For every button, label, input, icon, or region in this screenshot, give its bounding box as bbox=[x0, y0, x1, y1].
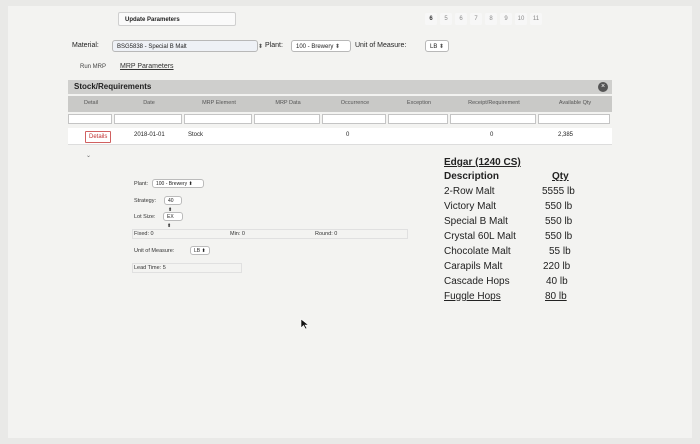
filter-input[interactable] bbox=[184, 114, 252, 124]
recipe-item-desc: Crystal 60L Malt bbox=[444, 231, 516, 242]
plant-value: 100 - Brewery bbox=[296, 44, 334, 50]
filter-input[interactable] bbox=[68, 114, 112, 124]
row-receipt: 0 bbox=[490, 132, 494, 138]
filter-row bbox=[68, 114, 612, 126]
uom-label: Unit of Measure: bbox=[355, 42, 407, 49]
page-background bbox=[8, 6, 692, 438]
run-mrp-link[interactable]: Run MRP bbox=[80, 64, 106, 70]
recipe-item-qty: 55 lb bbox=[549, 246, 571, 257]
filter-input[interactable] bbox=[254, 114, 320, 124]
close-icon[interactable]: × bbox=[598, 82, 608, 92]
column-header[interactable]: Date bbox=[114, 96, 184, 112]
recipe-item-desc: Cascade Hops bbox=[444, 276, 510, 287]
mouse-cursor-icon bbox=[300, 318, 310, 330]
page-button[interactable]: 9 bbox=[500, 13, 512, 25]
mrp-parameters-link[interactable]: MRP Parameters bbox=[120, 63, 174, 70]
material-value: BSG5838 - Special B Malt bbox=[117, 44, 187, 50]
row-date: 2018-01-01 bbox=[134, 132, 165, 138]
lead-time-field[interactable] bbox=[132, 263, 242, 273]
recipe-item-qty: 550 lb bbox=[545, 216, 573, 227]
param-round-label: Round: 0 bbox=[315, 231, 337, 237]
param-uom-label: Unit of Measure: bbox=[134, 248, 175, 254]
param-strategy-select[interactable]: 40 ⬍ bbox=[164, 196, 182, 213]
recipe-item-qty: 220 lb bbox=[543, 261, 571, 272]
uom-select[interactable]: LB ⬍ bbox=[425, 40, 449, 52]
tab-update-parameters[interactable]: Update Parameters bbox=[118, 12, 236, 26]
filter-input[interactable] bbox=[538, 114, 610, 124]
chevron-down-icon: ⬍ bbox=[335, 44, 341, 50]
param-min-label-text: Min: bbox=[230, 231, 241, 237]
recipe-item-desc: Special B Malt bbox=[444, 216, 508, 227]
plant-label: Plant: bbox=[265, 42, 283, 49]
chevron-down-icon: ⬍ bbox=[201, 248, 206, 254]
page-button[interactable]: 11 bbox=[530, 13, 542, 25]
stock-requirements-header: Stock/Requirements bbox=[68, 80, 612, 94]
filter-input[interactable] bbox=[114, 114, 182, 124]
column-header[interactable]: MRP Element bbox=[184, 96, 254, 112]
column-header[interactable]: Detail bbox=[68, 96, 114, 112]
param-strategy-label: Strategy: bbox=[134, 198, 157, 204]
row-available: 2,385 bbox=[558, 132, 574, 138]
page-button[interactable]: 7 bbox=[470, 13, 482, 25]
page-button[interactable]: 6 bbox=[425, 13, 437, 25]
recipe-item-desc: Victory Malt bbox=[444, 201, 497, 212]
uom-value: LB bbox=[430, 44, 438, 50]
column-header[interactable]: Occurrence bbox=[322, 96, 388, 112]
param-min-label: Min: 0 bbox=[230, 231, 245, 237]
page-button[interactable]: 6 bbox=[455, 13, 467, 25]
table-row: 2018-01-01 Stock 0 0 2,385 bbox=[68, 128, 612, 145]
details-button[interactable]: Details bbox=[85, 131, 112, 143]
row-mrp-element: Stock bbox=[188, 132, 204, 138]
column-header[interactable]: Receipt/Requirement bbox=[450, 96, 538, 112]
material-label: Material: bbox=[72, 42, 99, 49]
param-uom-value: LB bbox=[194, 248, 201, 254]
param-uom-select[interactable]: LB ⬍ bbox=[190, 246, 210, 255]
recipe-item-desc: Chocolate Malt bbox=[444, 246, 511, 257]
row-occurrence: 0 bbox=[346, 132, 350, 138]
recipe-item-qty: 5555 lb bbox=[542, 186, 575, 197]
param-round-value: 0 bbox=[334, 231, 338, 237]
chevron-down-icon: ⬍ bbox=[188, 181, 193, 187]
param-lot-size-label: Lot Size: bbox=[134, 214, 156, 220]
fixed-min-round-row bbox=[132, 229, 408, 239]
param-strategy-value: 40 bbox=[168, 198, 174, 204]
page-button[interactable]: 5 bbox=[440, 13, 452, 25]
recipe-title: Edgar (1240 CS) bbox=[444, 157, 521, 168]
recipe-qty-header: Qty bbox=[552, 171, 569, 182]
plant-select[interactable]: 100 - Brewery ⬍ bbox=[291, 40, 351, 52]
recipe-item-qty: 80 lb bbox=[545, 291, 567, 302]
param-lot-size-value: EX bbox=[167, 214, 174, 220]
material-select[interactable]: BSG5838 - Special B Malt bbox=[112, 40, 258, 52]
param-round-label-text: Round: bbox=[315, 231, 333, 237]
recipe-item-qty: 40 lb bbox=[546, 276, 568, 287]
material-caret-icon: ⬍ bbox=[258, 44, 264, 50]
param-lot-size-select[interactable]: EX ⬍ bbox=[163, 212, 183, 229]
stock-grid-header: Detail Date MRP Element MRP Data Occurre… bbox=[68, 96, 612, 112]
recipe-item-qty: 550 lb bbox=[545, 231, 573, 242]
page-button[interactable]: 8 bbox=[485, 13, 497, 25]
filter-input[interactable] bbox=[322, 114, 386, 124]
param-plant-select[interactable]: 100 - Brewery ⬍ bbox=[152, 179, 204, 188]
recipe-item-qty: 550 lb bbox=[545, 201, 573, 212]
recipe-item-desc: Carapils Malt bbox=[444, 261, 503, 272]
recipe-item-desc: Fuggle Hops bbox=[444, 291, 501, 302]
chevron-down-icon: ⬍ bbox=[439, 44, 445, 50]
pager: 6 5 6 7 8 9 10 11 bbox=[425, 13, 542, 25]
recipe-description-header: Description bbox=[444, 171, 500, 182]
param-plant-label: Plant: bbox=[134, 181, 149, 187]
column-header[interactable]: MRP Data bbox=[254, 96, 322, 112]
expand-arrow-icon[interactable]: ⌄ bbox=[86, 152, 91, 159]
filter-input[interactable] bbox=[388, 114, 448, 124]
param-min-value: 0 bbox=[241, 231, 245, 237]
page-button[interactable]: 10 bbox=[515, 13, 527, 25]
recipe-item-desc: 2-Row Malt bbox=[444, 186, 495, 197]
column-header[interactable]: Exception bbox=[388, 96, 450, 112]
column-header[interactable]: Available Qty bbox=[538, 96, 612, 112]
param-plant-value: 100 - Brewery bbox=[156, 181, 188, 187]
filter-input[interactable] bbox=[450, 114, 536, 124]
